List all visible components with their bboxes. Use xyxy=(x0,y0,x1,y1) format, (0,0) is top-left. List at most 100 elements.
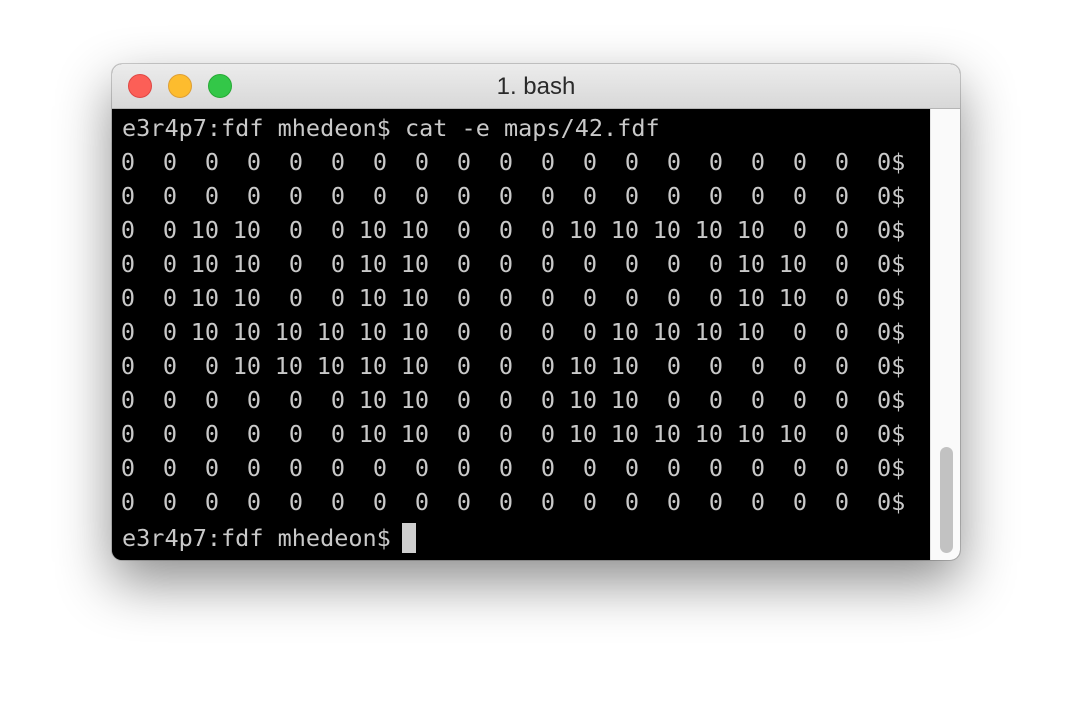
map-cell: 0 xyxy=(498,284,513,312)
map-cell: 0 xyxy=(624,488,639,516)
map-cell: 10 xyxy=(190,216,219,244)
map-cell: 10 xyxy=(778,250,807,278)
map-cell: 0 xyxy=(246,420,261,448)
map-cell: 0 xyxy=(834,420,849,448)
map-cell: 0 xyxy=(414,488,429,516)
map-cell: 0 xyxy=(708,454,723,482)
map-cell: 0 xyxy=(330,386,345,414)
map-cell: 10 xyxy=(736,420,765,448)
map-cell: 0 xyxy=(582,454,597,482)
map-cell: 0 xyxy=(834,216,849,244)
map-cell: 0 xyxy=(666,148,681,176)
map-cell: 10 xyxy=(232,250,261,278)
map-cell: 0 xyxy=(540,420,555,448)
title-bar[interactable]: 1. bash xyxy=(112,64,960,109)
map-cell: 0 xyxy=(288,420,303,448)
map-cell: 10 xyxy=(568,352,597,380)
map-cell: 10 xyxy=(316,318,345,346)
scrollbar-track[interactable] xyxy=(930,109,960,560)
map-cell: 0 xyxy=(708,386,723,414)
map-cell: 0 xyxy=(456,318,471,346)
map-cell: 0 xyxy=(162,352,177,380)
map-cell: 0 xyxy=(792,318,807,346)
map-cell: 0 xyxy=(372,148,387,176)
map-cell: 0 xyxy=(456,454,471,482)
map-cell: 10 xyxy=(400,284,429,312)
map-cell: 0 xyxy=(666,352,681,380)
map-cell: 10 xyxy=(400,250,429,278)
map-cell: 0$ xyxy=(877,148,906,176)
map-cell: 0 xyxy=(330,182,345,210)
map-cell: 0 xyxy=(582,284,597,312)
map-cell: 0 xyxy=(582,250,597,278)
map-cell: 0 xyxy=(624,148,639,176)
map-cell: 10 xyxy=(358,386,387,414)
map-cell: 0 xyxy=(456,148,471,176)
map-cell: 0 xyxy=(582,488,597,516)
map-cell: 0 xyxy=(204,352,219,380)
map-cell: 0 xyxy=(792,488,807,516)
map-cell: 10 xyxy=(232,284,261,312)
map-cell: 0 xyxy=(540,488,555,516)
map-cell: 0 xyxy=(456,182,471,210)
map-cell: 0 xyxy=(162,250,177,278)
map-cell: 0 xyxy=(288,182,303,210)
map-cell: 0 xyxy=(288,454,303,482)
map-cell: 10 xyxy=(316,352,345,380)
terminal-output[interactable]: e3r4p7:fdf mhedeon$ cat -e maps/42.fdf 0… xyxy=(112,109,930,560)
map-cell: 0 xyxy=(120,148,135,176)
map-cell: 0 xyxy=(792,454,807,482)
map-cell: 0$ xyxy=(877,284,906,312)
map-cell: 0 xyxy=(372,488,387,516)
map-cell: 0 xyxy=(666,182,681,210)
map-cell: 0 xyxy=(666,488,681,516)
map-cell: 0 xyxy=(498,386,513,414)
map-cell: 0 xyxy=(498,420,513,448)
map-cell: 10 xyxy=(358,420,387,448)
map-cell: 0$ xyxy=(877,250,906,278)
map-cell: 0 xyxy=(456,386,471,414)
map-cell: 10 xyxy=(190,318,219,346)
map-cell: 10 xyxy=(652,216,681,244)
map-cell: 0 xyxy=(708,352,723,380)
map-cell: 0 xyxy=(834,250,849,278)
map-cell: 10 xyxy=(736,250,765,278)
map-cell: 0 xyxy=(372,454,387,482)
map-cell: 10 xyxy=(568,420,597,448)
map-cell: 0 xyxy=(288,250,303,278)
map-cell: 0 xyxy=(288,216,303,244)
map-cell: 0$ xyxy=(877,454,906,482)
map-cell: 0 xyxy=(792,216,807,244)
map-cell: 10 xyxy=(274,352,303,380)
map-cell: 0 xyxy=(540,352,555,380)
scrollbar-thumb[interactable] xyxy=(940,447,953,553)
map-cell: 0 xyxy=(498,250,513,278)
map-cell: 0 xyxy=(498,182,513,210)
map-cell: 0 xyxy=(162,386,177,414)
map-cell: 10 xyxy=(610,318,639,346)
map-cell: 10 xyxy=(358,284,387,312)
map-cell: 10 xyxy=(610,216,639,244)
map-cell: 0 xyxy=(162,420,177,448)
map-cell: 10 xyxy=(610,386,639,414)
map-cell: 0 xyxy=(330,454,345,482)
map-cell: 10 xyxy=(274,318,303,346)
map-cell: 0 xyxy=(246,148,261,176)
map-cell: 10 xyxy=(610,420,639,448)
map-cell: 0 xyxy=(120,182,135,210)
map-cell: 0 xyxy=(204,148,219,176)
map-cell: 0 xyxy=(792,182,807,210)
map-cell: 0 xyxy=(498,318,513,346)
map-cell: 0 xyxy=(204,182,219,210)
command-line: e3r4p7:fdf mhedeon$ cat -e maps/42.fdf xyxy=(122,114,660,142)
map-cell: 0 xyxy=(120,386,135,414)
map-cell: 10 xyxy=(358,318,387,346)
map-cell: 0$ xyxy=(877,386,906,414)
map-cell: 0 xyxy=(456,352,471,380)
map-cell: 0 xyxy=(330,284,345,312)
map-cell: 0 xyxy=(582,318,597,346)
map-cell: 10 xyxy=(190,250,219,278)
map-cell: 0$ xyxy=(877,216,906,244)
map-cell: 0$ xyxy=(877,182,906,210)
map-cell: 10 xyxy=(736,216,765,244)
